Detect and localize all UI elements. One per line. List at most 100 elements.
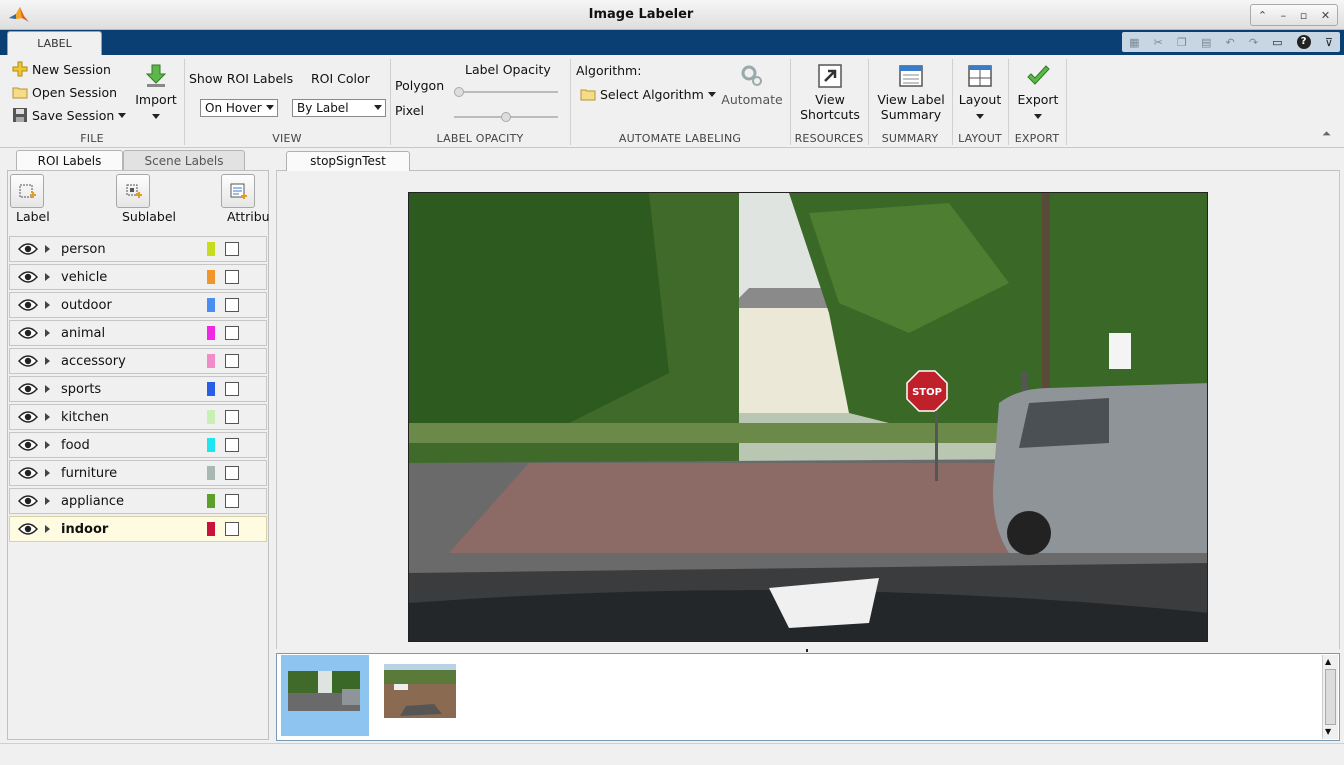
thumbnail-image-2[interactable]	[384, 664, 456, 718]
label-row-furniture[interactable]: furniture	[9, 460, 267, 486]
show-roi-labels-select[interactable]: On Hover	[200, 99, 278, 117]
chevron-down-icon	[152, 114, 160, 119]
eye-icon[interactable]	[18, 382, 38, 396]
open-session-button[interactable]: Open Session	[12, 84, 117, 100]
expand-triangle-icon[interactable]	[45, 525, 50, 533]
label-row-kitchen[interactable]: kitchen	[9, 404, 267, 430]
expand-triangle-icon[interactable]	[45, 469, 50, 477]
chevron-down-icon	[266, 105, 274, 110]
label-checkbox[interactable]	[225, 522, 239, 536]
export-button[interactable]: Export	[1012, 63, 1064, 122]
label-checkbox[interactable]	[225, 242, 239, 256]
polygon-opacity-slider[interactable]	[454, 87, 558, 97]
eye-icon[interactable]	[18, 438, 38, 452]
expand-triangle-icon[interactable]	[45, 357, 50, 365]
eye-icon[interactable]	[18, 270, 38, 284]
collapse-ribbon-icon[interactable]: ⏶	[1322, 127, 1331, 141]
label-checkbox[interactable]	[225, 466, 239, 480]
label-checkbox[interactable]	[225, 270, 239, 284]
export-label: Export	[1017, 92, 1059, 107]
expand-triangle-icon[interactable]	[45, 441, 50, 449]
window-menu-icon[interactable]: ⌃	[1258, 9, 1267, 22]
scroll-down-icon[interactable]: ▼	[1325, 727, 1331, 737]
select-algorithm-button[interactable]: Select Algorithm	[580, 86, 716, 102]
label-row-appliance[interactable]: appliance	[9, 488, 267, 514]
label-row-accessory[interactable]: accessory	[9, 348, 267, 374]
tab-scene-labels[interactable]: Scene Labels	[123, 150, 245, 171]
save-session-button[interactable]: Save Session	[12, 107, 127, 123]
section-title-automate-labeling: AUTOMATE LABELING	[618, 132, 742, 145]
label-checkbox[interactable]	[225, 494, 239, 508]
eye-icon[interactable]	[18, 494, 38, 508]
eye-icon[interactable]	[18, 410, 38, 424]
eye-icon[interactable]	[18, 326, 38, 340]
folder-icon	[580, 89, 596, 101]
scroll-up-icon[interactable]: ▲	[1325, 657, 1331, 667]
street-scene-image[interactable]: STOP	[408, 192, 1208, 642]
label-row-animal[interactable]: animal	[9, 320, 267, 346]
dropdown-icon[interactable]: ⊽	[1325, 36, 1333, 49]
add-attribute-button[interactable]	[221, 174, 255, 208]
label-checkbox[interactable]	[225, 438, 239, 452]
add-attribute-icon	[230, 183, 247, 199]
eye-icon[interactable]	[18, 522, 38, 536]
label-row-sports[interactable]: sports	[9, 376, 267, 402]
label-row-vehicle[interactable]: vehicle	[9, 264, 267, 290]
cut-icon[interactable]: ✂	[1154, 36, 1163, 49]
close-icon[interactable]: ✕	[1321, 9, 1330, 22]
label-checkbox[interactable]	[225, 326, 239, 340]
minimize-icon[interactable]: –	[1281, 9, 1287, 22]
stop-sign-text: STOP	[912, 387, 942, 398]
roi-color-select[interactable]: By Label	[292, 99, 386, 117]
tab-roi-labels[interactable]: ROI Labels	[16, 150, 123, 171]
label-row-outdoor[interactable]: outdoor	[9, 292, 267, 318]
slider-knob[interactable]	[454, 87, 464, 97]
pixel-opacity-slider[interactable]	[454, 112, 558, 122]
expand-triangle-icon[interactable]	[45, 413, 50, 421]
label-opacity-heading: Label Opacity	[465, 62, 551, 77]
label-checkbox[interactable]	[225, 410, 239, 424]
eye-icon[interactable]	[18, 354, 38, 368]
label-checkbox[interactable]	[225, 298, 239, 312]
window-tile-icon[interactable]: ▭	[1272, 36, 1282, 49]
open-session-label: Open Session	[32, 84, 118, 100]
import-button[interactable]: Import	[134, 63, 178, 122]
paste-icon[interactable]: ▤	[1201, 36, 1211, 49]
label-row-food[interactable]: food	[9, 432, 267, 458]
undo-icon[interactable]: ↶	[1225, 36, 1234, 49]
scroll-thumb[interactable]	[1325, 669, 1336, 725]
label-color-swatch	[207, 410, 215, 424]
help-icon[interactable]: ?	[1296, 35, 1311, 49]
expand-triangle-icon[interactable]	[45, 497, 50, 505]
thumbnail-image-1[interactable]	[288, 671, 360, 711]
expand-triangle-icon[interactable]	[45, 329, 50, 337]
eye-icon[interactable]	[18, 298, 38, 312]
expand-triangle-icon[interactable]	[45, 245, 50, 253]
document-tab[interactable]: stopSignTest	[286, 151, 410, 172]
eye-icon[interactable]	[18, 466, 38, 480]
expand-triangle-icon[interactable]	[45, 273, 50, 281]
label-row-indoor[interactable]: indoor	[9, 516, 267, 542]
splitter-handle[interactable]	[806, 649, 808, 652]
view-shortcuts-button[interactable]: View Shortcuts	[794, 63, 866, 122]
eye-icon[interactable]	[18, 242, 38, 256]
redo-icon[interactable]: ↷	[1249, 36, 1258, 49]
copy-icon[interactable]: ❐	[1177, 36, 1187, 49]
add-sublabel-button[interactable]	[116, 174, 150, 208]
tab-label[interactable]: LABEL	[7, 31, 102, 56]
expand-triangle-icon[interactable]	[45, 301, 50, 309]
automate-button[interactable]: Automate	[718, 63, 786, 107]
expand-triangle-icon[interactable]	[45, 385, 50, 393]
save-icon[interactable]: ▦	[1129, 36, 1139, 49]
add-label-button[interactable]	[10, 174, 44, 208]
layout-button[interactable]: Layout	[954, 63, 1006, 122]
label-row-person[interactable]: person	[9, 236, 267, 262]
label-checkbox[interactable]	[225, 354, 239, 368]
label-checkbox[interactable]	[225, 382, 239, 396]
maximize-icon[interactable]: ▫	[1300, 9, 1307, 22]
slider-knob[interactable]	[501, 112, 511, 122]
label-color-swatch	[207, 466, 215, 480]
new-session-button[interactable]: New Session	[12, 61, 111, 77]
thumbnail-scrollbar[interactable]: ▲ ▼	[1322, 655, 1338, 739]
view-label-summary-button[interactable]: View Label Summary	[872, 63, 950, 122]
